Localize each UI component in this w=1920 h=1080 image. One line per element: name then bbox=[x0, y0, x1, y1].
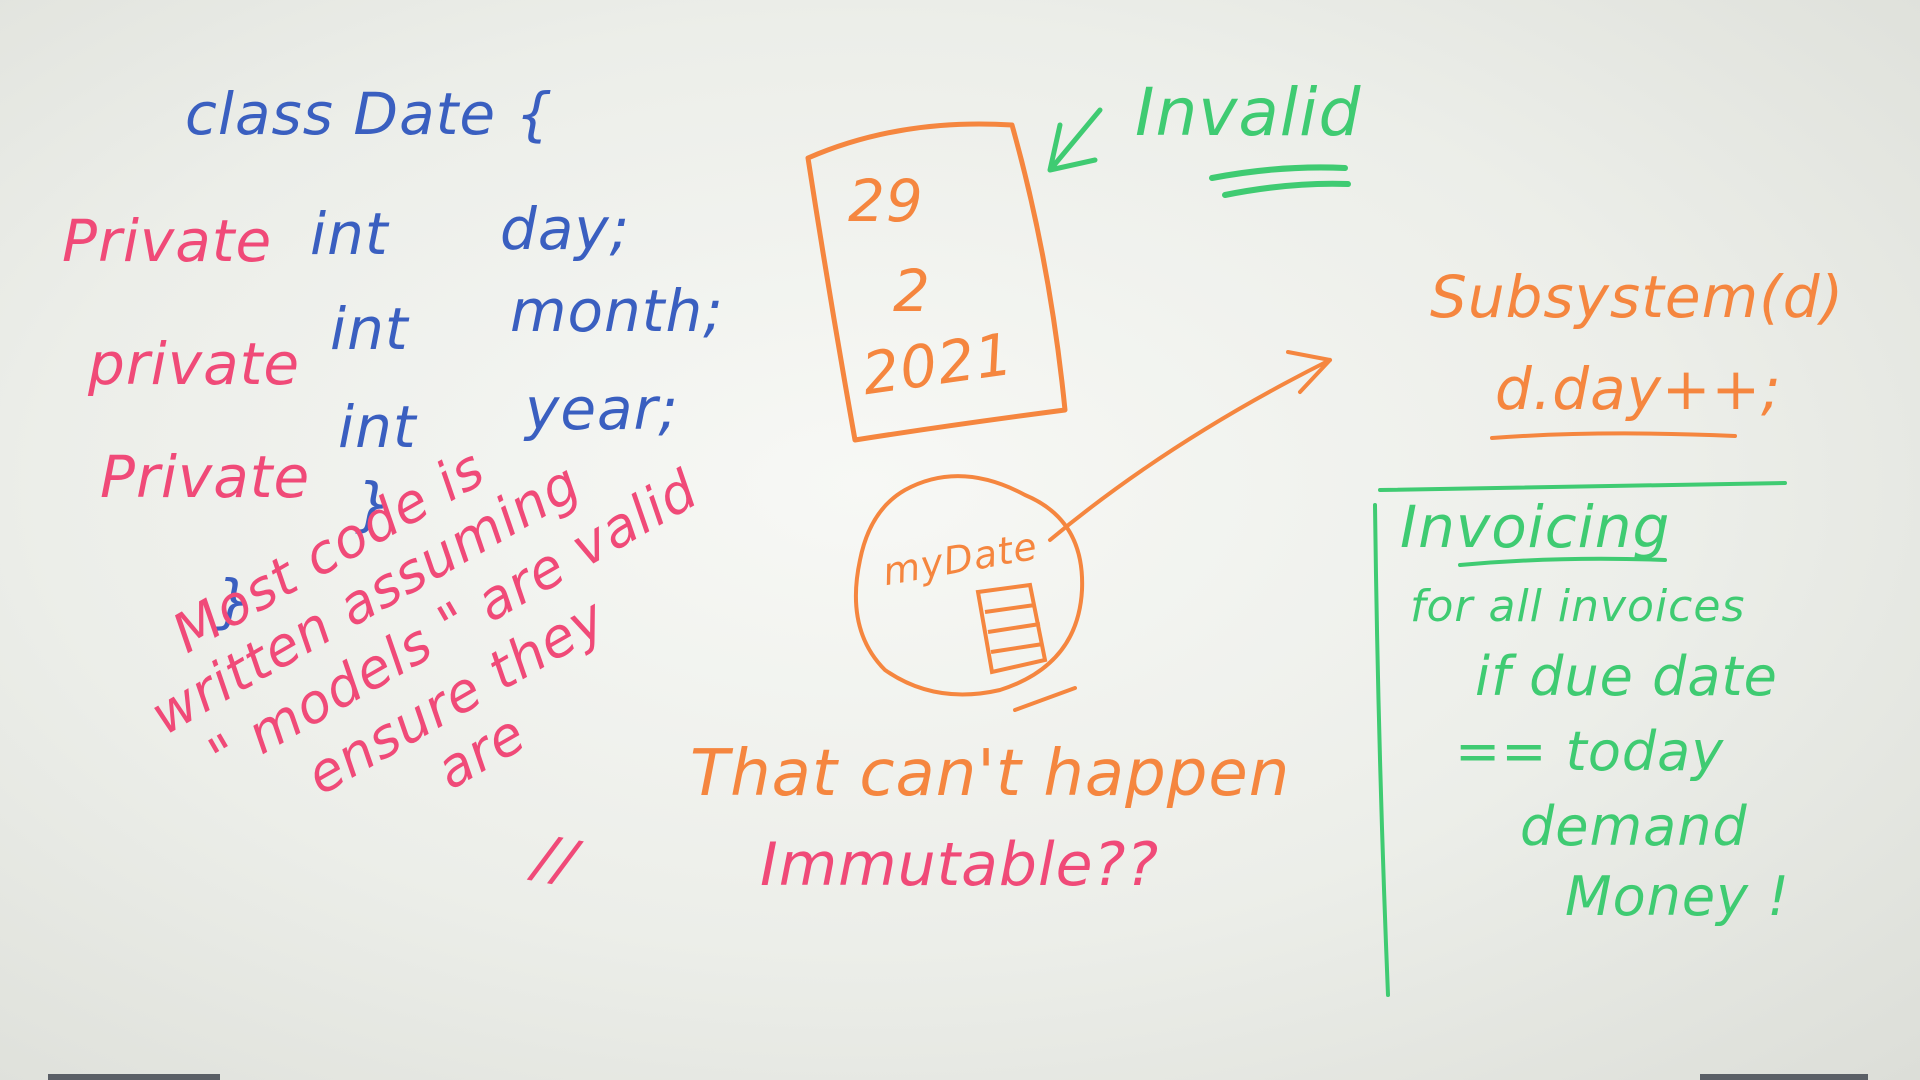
field-keyword-2: private bbox=[88, 330, 301, 398]
subsystem-arrow bbox=[1048, 350, 1332, 542]
field-name-1: day; bbox=[500, 195, 631, 263]
date-day-value: 29 bbox=[848, 167, 924, 235]
field-keyword-1: Private bbox=[62, 207, 273, 275]
invalid-underline bbox=[1209, 164, 1351, 198]
invoicing-line-1: for all invoices bbox=[1410, 581, 1746, 632]
invoicing-line-3: == today bbox=[1455, 720, 1725, 783]
invalid-arrow bbox=[1047, 107, 1103, 173]
mydate-stack bbox=[975, 582, 1048, 675]
invoicing-line-2: if due date bbox=[1475, 645, 1778, 708]
immutable-question: Immutable?? bbox=[760, 830, 1160, 900]
field-type-2: int bbox=[330, 295, 409, 363]
subsystem-call: Subsystem(d) bbox=[1430, 263, 1845, 331]
field-type-3: int bbox=[338, 393, 417, 461]
class-declaration: class Date { bbox=[185, 80, 554, 148]
cant-happen-text: That can't happen bbox=[690, 737, 1291, 811]
board-frame-left bbox=[48, 1074, 220, 1080]
invalid-label: Invalid bbox=[1135, 74, 1362, 151]
board-frame-right bbox=[1700, 1074, 1868, 1080]
whiteboard: class Date { Private int day; private in… bbox=[0, 0, 1920, 1080]
field-keyword-3: Private bbox=[100, 443, 311, 511]
cloud-underline bbox=[1013, 686, 1077, 712]
subsystem-statement: d.day++; bbox=[1495, 355, 1782, 423]
invoicing-line-5: Money ! bbox=[1565, 865, 1790, 928]
invoicing-title: Invoicing bbox=[1400, 493, 1671, 561]
date-month-value: 2 bbox=[893, 257, 931, 325]
field-name-2: month; bbox=[510, 277, 724, 345]
field-type-1: int bbox=[310, 200, 389, 268]
invoicing-line-4: demand bbox=[1520, 795, 1748, 858]
subsystem-underline bbox=[1490, 431, 1737, 440]
